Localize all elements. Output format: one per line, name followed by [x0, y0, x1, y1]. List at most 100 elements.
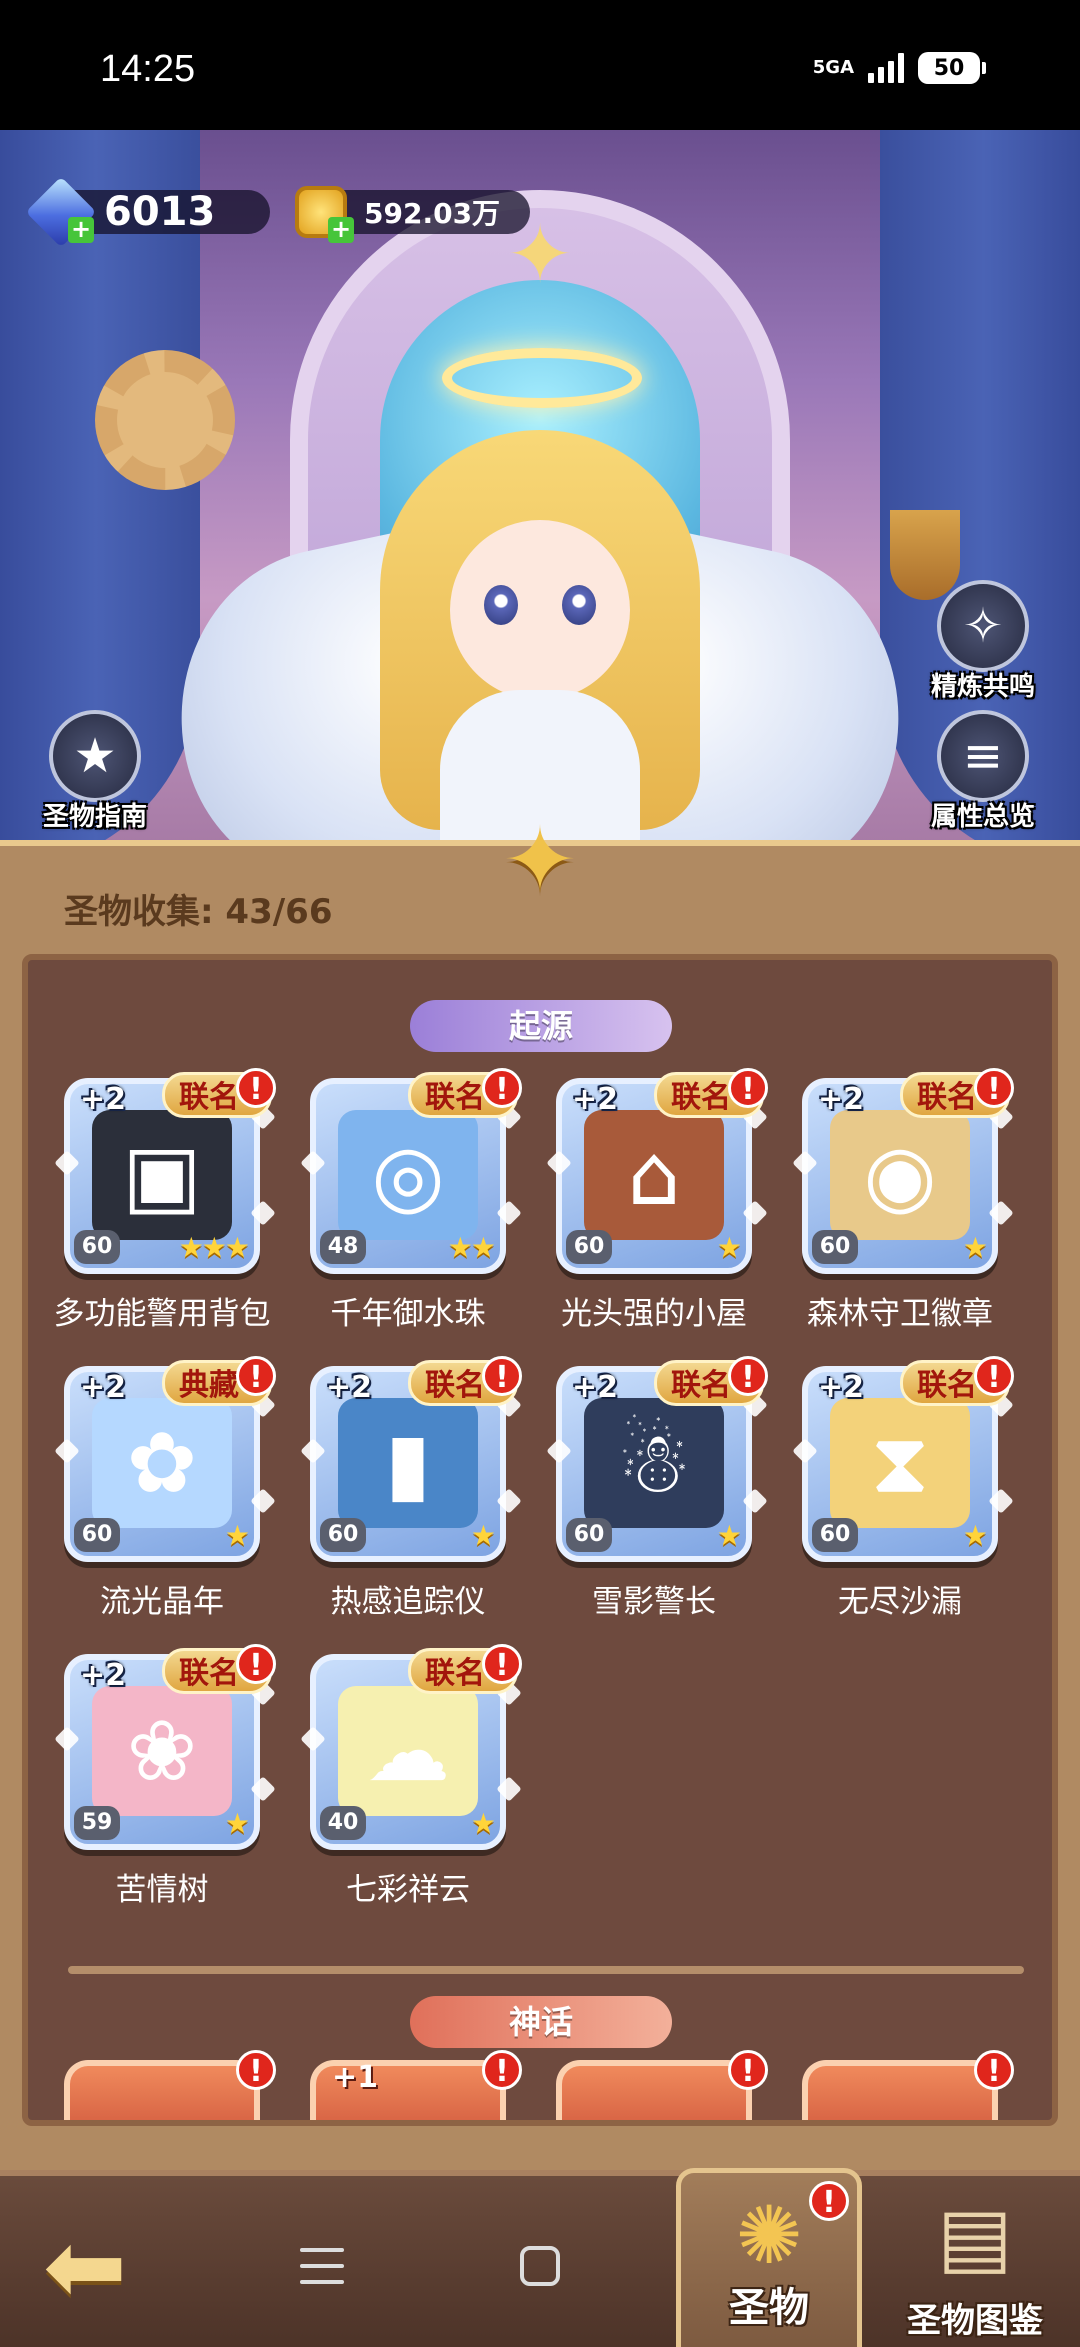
sparkle-icon — [546, 1150, 572, 1176]
relic-level: 60 — [320, 1518, 366, 1552]
sparkle-icon — [496, 1776, 522, 1802]
gold-counter[interactable]: + 592.03万 — [295, 186, 530, 243]
refine-resonance-button[interactable]: ✧ 精炼共鸣 — [928, 580, 1038, 703]
sparkle-icon — [792, 1438, 818, 1464]
status-indicators: 5GA 50 — [813, 52, 986, 84]
relic-art-icon: ☁ — [338, 1686, 478, 1816]
relic-bonus: +2 — [326, 1370, 373, 1405]
relic-guide-button[interactable]: ★ 圣物指南 — [40, 710, 150, 833]
relic-bonus: +2 — [80, 1082, 127, 1117]
alert-badge: ! — [236, 1644, 276, 1684]
myth-relic-card[interactable]: ! — [802, 2050, 1014, 2120]
relic-list[interactable]: 起源 ▣ +2 联名! 60 ★★★ 多功能警用背包 ◎ 联名! 48 ★★ 千年御水珠 ⌂ +2 联名!… — [22, 954, 1058, 2126]
relic-card[interactable]: ◎ 联名! 48 ★★ 千年御水珠 — [286, 1068, 530, 1333]
star-rating-icon: ★ — [716, 1231, 742, 1264]
tab-relic-codex[interactable]: ▤ 圣物图鉴 — [880, 2186, 1070, 2346]
section-origin: 起源 — [410, 1000, 672, 1052]
star-rating-icon: ★ — [470, 1519, 496, 1552]
relic-frame: ❀ +2 联名! 59 ★ — [54, 1644, 276, 1850]
relic-level: 40 — [320, 1806, 366, 1840]
relic-art-icon: ▣ — [92, 1110, 232, 1240]
relic-card[interactable]: ▮ +2 联名! 60 ★ 热感追踪仪 — [286, 1356, 530, 1621]
relic-frame: ⧗ +2 联名! 60 ★ — [792, 1356, 1014, 1562]
attribute-overview-label: 属性总览 — [930, 802, 1035, 832]
sparkle-icon — [742, 1488, 768, 1514]
star-rating-icon: ★ — [224, 1807, 250, 1840]
relic-name: 光头强的小屋 — [561, 1296, 747, 1332]
refine-resonance-label: 精炼共鸣 — [930, 672, 1035, 702]
relic-card[interactable]: ☁ 联名! 40 ★ 七彩祥云 — [286, 1644, 530, 1909]
relic-art-icon: ◉ — [830, 1110, 970, 1240]
relic-bonus: +2 — [80, 1370, 127, 1405]
angel-eye-right — [562, 585, 596, 625]
relic-frame: ✿ +2 典藏! 60 ★ — [54, 1356, 276, 1562]
myth-relic-card[interactable]: ! — [64, 2050, 276, 2120]
sparkle-icon — [250, 1776, 276, 1802]
relic-bonus: +2 — [572, 1082, 619, 1117]
relic-name: 热感追踪仪 — [330, 1584, 486, 1620]
compass-ornament-icon: ✦ — [502, 808, 578, 913]
relic-level: 60 — [566, 1518, 612, 1552]
relic-level: 60 — [74, 1230, 120, 1264]
relic-art-icon: ▮ — [338, 1398, 478, 1528]
gold-coin-icon: + — [290, 181, 354, 243]
relic-bonus: +1 — [332, 2060, 379, 2095]
sparkle-icon — [250, 1488, 276, 1514]
gold-amount: 592.03万 — [364, 197, 501, 230]
add-gems-icon[interactable]: + — [68, 217, 94, 243]
gem-counter[interactable]: + 6013 — [25, 176, 270, 248]
myth-relic-card[interactable]: ! — [556, 2050, 768, 2120]
collection-progress: 圣物收集: 43/66 — [64, 892, 333, 932]
relic-name: 无尽沙漏 — [838, 1584, 962, 1620]
relic-name: 多功能警用背包 — [53, 1296, 271, 1332]
relic-level: 60 — [812, 1518, 858, 1552]
halo-icon — [442, 348, 642, 408]
relic-card[interactable]: ◉ +2 联名! 60 ★ 森林守卫徽章 — [778, 1068, 1022, 1333]
relic-frame: ☃ +2 联名! 60 ★ — [546, 1356, 768, 1562]
angel-eye-left — [484, 585, 518, 625]
alert-badge: ! — [236, 1356, 276, 1396]
relic-art-icon: ✿ — [92, 1398, 232, 1528]
attribute-overview-button[interactable]: ≡ 属性总览 — [928, 710, 1038, 833]
add-gold-icon[interactable]: + — [328, 217, 354, 243]
section-myth: 神话 — [410, 1996, 672, 2048]
menu-icon[interactable] — [300, 2248, 344, 2288]
gear-decoration — [95, 350, 235, 490]
status-time: 14:25 — [100, 48, 196, 90]
relic-name: 七彩祥云 — [346, 1872, 470, 1908]
book-icon: ▤ — [937, 2190, 1013, 2283]
hero-scene: ✦ + 6013 + 592.03万 ★ 圣物指南 ✧ 精炼共鸣 ≡ 属性总览 — [0, 130, 1080, 850]
sparkle-icon — [496, 1200, 522, 1226]
star-rating-icon: ★ — [224, 1519, 250, 1552]
relic-card[interactable]: ⧗ +2 联名! 60 ★ 无尽沙漏 — [778, 1356, 1022, 1621]
relic-card[interactable]: ▣ +2 联名! 60 ★★★ 多功能警用背包 — [40, 1068, 284, 1333]
alert-badge: ! — [974, 2050, 1014, 2090]
relic-art-icon: ☃ — [584, 1398, 724, 1528]
relic-card[interactable]: ⌂ +2 联名! 60 ★ 光头强的小屋 — [532, 1068, 776, 1333]
relic-frame: ☁ 联名! 40 ★ — [300, 1644, 522, 1850]
tab-relics-label: 圣物 — [729, 2285, 809, 2331]
relic-level: 59 — [74, 1806, 120, 1840]
alert-badge: ! — [236, 2050, 276, 2090]
relic-name: 千年御水珠 — [330, 1296, 486, 1332]
relic-card[interactable]: ❀ +2 联名! 59 ★ 苦情树 — [40, 1644, 284, 1909]
sparkle-icon — [988, 1488, 1014, 1514]
star-rating-icon: ★ — [470, 1807, 496, 1840]
relic-bonus: +2 — [80, 1658, 127, 1693]
relic-card[interactable]: ☃ +2 联名! 60 ★ 雪影警长 — [532, 1356, 776, 1621]
bottom-bar: ⬅ ✺ ! 圣物 ▤ 圣物图鉴 — [0, 2168, 1080, 2347]
sparkle-icon — [742, 1200, 768, 1226]
relic-name: 流光晶年 — [100, 1584, 224, 1620]
relic-bonus: +2 — [572, 1370, 619, 1405]
myth-relic-card[interactable]: +1! — [310, 2050, 522, 2120]
relic-bonus: +2 — [818, 1082, 865, 1117]
status-bar: 14:25 5GA 50 — [0, 0, 1080, 130]
back-arrow-icon[interactable]: ⬅ — [30, 2217, 140, 2317]
home-square-icon[interactable] — [520, 2246, 560, 2286]
tab-relics[interactable]: ✺ ! 圣物 — [676, 2168, 862, 2347]
relic-name: 森林守卫徽章 — [807, 1296, 993, 1332]
sparkle-icon — [300, 1726, 326, 1752]
relic-card[interactable]: ✿ +2 典藏! 60 ★ 流光晶年 — [40, 1356, 284, 1621]
relic-frame: ▮ +2 联名! 60 ★ — [300, 1356, 522, 1562]
relic-level: 60 — [812, 1230, 858, 1264]
